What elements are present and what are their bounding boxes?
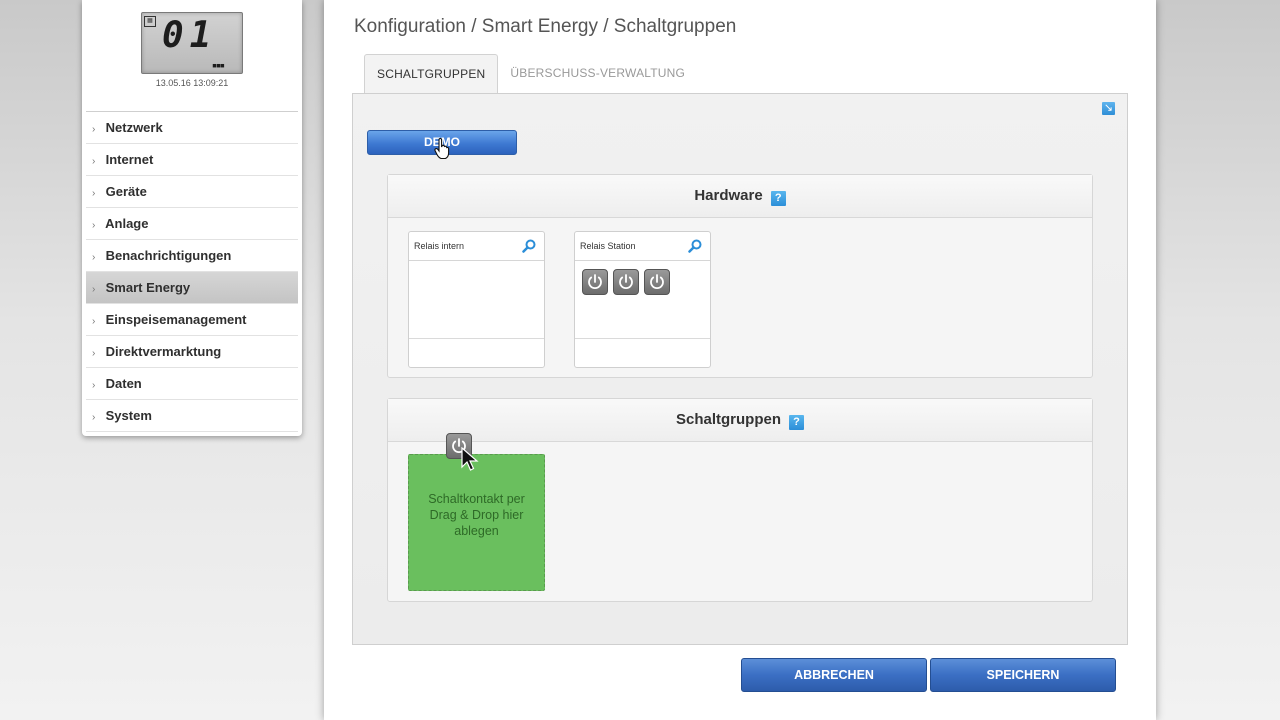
nav-item-label: Netzwerk xyxy=(105,120,163,135)
cancel-button[interactable]: ABBRECHEN xyxy=(741,658,927,692)
content-area: ↘ DEMO Hardware? Relais intern Rela xyxy=(352,93,1128,645)
nav-item-label: Internet xyxy=(105,152,154,167)
nav-item-label: Anlage xyxy=(105,216,149,231)
chevron-right-icon: › xyxy=(92,348,96,359)
breadcrumb: Konfiguration / Smart Energy / Schaltgru… xyxy=(354,16,737,37)
chevron-right-icon: › xyxy=(92,412,96,423)
save-button[interactable]: SPEICHERN xyxy=(930,658,1116,692)
power-relay-icon[interactable] xyxy=(613,269,639,295)
power-relay-icon[interactable] xyxy=(582,269,608,295)
lcd-indicator-icon: ▦ xyxy=(144,16,156,27)
chevron-right-icon: › xyxy=(92,252,96,263)
relais-intern-header: Relais intern xyxy=(409,232,544,261)
relais-station-title: Relais Station xyxy=(580,241,636,251)
nav-item-label: Geräte xyxy=(105,184,147,199)
relais-station-header: Relais Station xyxy=(575,232,710,261)
nav-item-benachrichtigungen[interactable]: › Benachrichtigungen xyxy=(86,240,298,272)
nav-item-anlage[interactable]: › Anlage xyxy=(86,208,298,240)
schaltgruppe-dropzone[interactable]: Schaltkontakt per Drag & Drop hier ableg… xyxy=(408,454,545,591)
schaltgruppen-section-header: Schaltgruppen? xyxy=(388,399,1092,442)
nav-item-einspeisemanagement[interactable]: › Einspeisemanagement xyxy=(86,304,298,336)
tab-ueberschuss-verwaltung[interactable]: ÜBERSCHUSS-VERWALTUNG xyxy=(498,54,697,92)
schaltgruppen-title: Schaltgruppen xyxy=(675,411,781,428)
nav-item-netzwerk[interactable]: › Netzwerk xyxy=(86,112,298,144)
lcd-dots: ▪▪▪ xyxy=(212,57,225,73)
tab-schaltgruppen[interactable]: SCHALTGRUPPEN xyxy=(364,54,499,95)
nav-item-label: Direktvermarktung xyxy=(105,344,222,359)
relais-intern-title: Relais intern xyxy=(414,241,465,251)
chevron-right-icon: › xyxy=(92,220,96,231)
device-lcd-display: ▦ 01 ▪▪▪ xyxy=(141,12,243,74)
expand-arrow-icon[interactable]: ↘ xyxy=(1102,102,1115,115)
chevron-right-icon: › xyxy=(92,188,96,199)
tab-bar: SCHALTGRUPPEN ÜBERSCHUSS-VERWALTUNG xyxy=(364,54,697,95)
box-divider xyxy=(409,338,544,339)
mouse-pointer-icon xyxy=(461,447,479,471)
nav-item-label: Benachrichtigungen xyxy=(105,248,232,263)
main-panel: Konfiguration / Smart Energy / Schaltgru… xyxy=(324,0,1156,720)
chevron-right-icon: › xyxy=(92,380,96,391)
nav-item-label: Smart Energy xyxy=(105,280,191,295)
nav-item-system[interactable]: › System xyxy=(86,400,298,432)
nav-item-internet[interactable]: › Internet xyxy=(86,144,298,176)
nav-item-geraete[interactable]: › Geräte xyxy=(86,176,298,208)
help-icon[interactable]: ? xyxy=(770,191,786,206)
nav-item-label: Daten xyxy=(105,376,142,391)
power-relay-icon[interactable] xyxy=(644,269,670,295)
search-icon[interactable] xyxy=(688,239,702,253)
chevron-right-icon: › xyxy=(92,284,96,295)
device-datetime: 13.05.16 13:09:21 xyxy=(155,78,229,88)
nav-item-direktvermarktung[interactable]: › Direktvermarktung xyxy=(86,336,298,368)
nav-item-label: System xyxy=(105,408,152,423)
hardware-title: Hardware xyxy=(694,187,763,204)
relais-intern-box: Relais intern xyxy=(408,231,545,368)
hardware-section: Hardware? Relais intern Relais Station xyxy=(387,174,1093,378)
help-icon[interactable]: ? xyxy=(789,415,804,430)
nav-item-label: Einspeisemanagement xyxy=(105,312,247,327)
lcd-digits: 01 xyxy=(162,15,218,56)
nav-menu: › Netzwerk › Internet › Geräte › Anlage … xyxy=(86,111,298,432)
dropzone-text: Schaltkontakt per Drag & Drop hier ableg… xyxy=(428,492,525,538)
hardware-section-header: Hardware? xyxy=(388,175,1092,218)
hand-cursor-icon xyxy=(434,138,450,160)
chevron-right-icon: › xyxy=(92,316,96,327)
search-icon[interactable] xyxy=(522,239,536,253)
chevron-right-icon: › xyxy=(92,156,96,167)
box-divider xyxy=(575,338,710,339)
nav-item-smart-energy[interactable]: › Smart Energy xyxy=(86,272,298,304)
nav-item-daten[interactable]: › Daten xyxy=(86,368,298,400)
sidebar: ▦ 01 ▪▪▪ 13.05.16 13:09:21 › Netzwerk › … xyxy=(82,0,302,436)
chevron-right-icon: › xyxy=(92,124,96,135)
relais-station-box: Relais Station xyxy=(574,231,711,368)
schaltgruppen-section: Schaltgruppen? Schaltkontakt per Drag & … xyxy=(387,398,1093,602)
